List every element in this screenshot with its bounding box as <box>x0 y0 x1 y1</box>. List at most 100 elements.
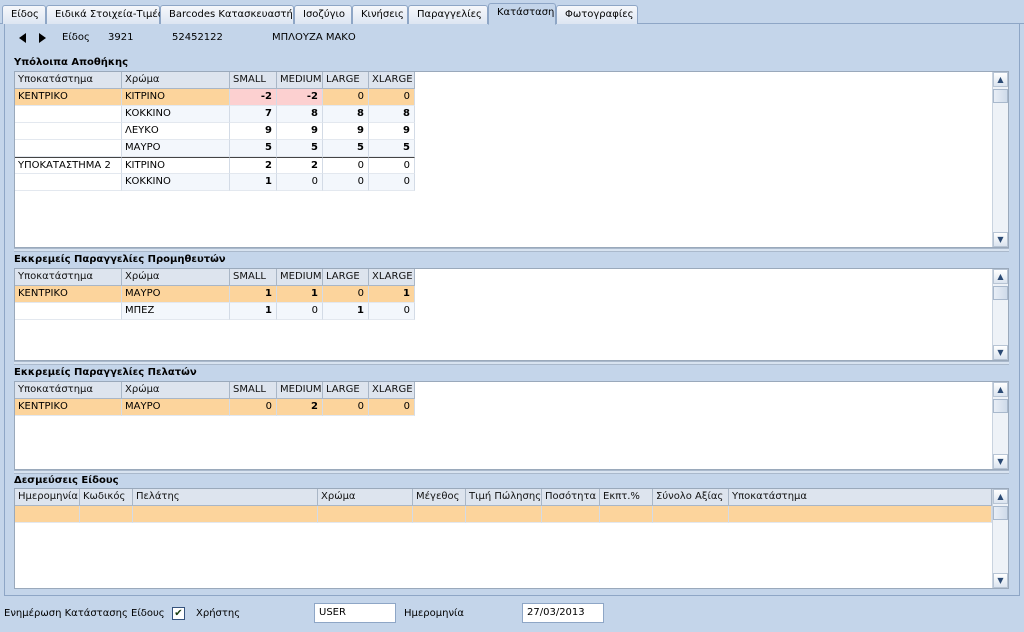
table-cell <box>15 174 122 191</box>
table-row[interactable]: ΚΟΚΚΙΝΟ 7 8 8 8 <box>15 106 415 123</box>
column-header[interactable]: Χρώμα <box>122 72 230 89</box>
column-header[interactable]: LARGE <box>323 72 369 89</box>
scroll-up-icon[interactable]: ▲ <box>993 382 1008 397</box>
splitter[interactable] <box>14 470 1009 474</box>
table-cell: ΜΑΥΡΟ <box>122 286 230 303</box>
column-header[interactable]: MEDIUM <box>277 382 323 399</box>
table-cell[interactable] <box>318 506 413 523</box>
column-header[interactable]: Σύνολο Αξίας <box>653 489 729 506</box>
table-row[interactable]: ΛΕΥΚΟ 9 9 9 9 <box>15 123 415 140</box>
tab-orders[interactable]: Παραγγελίες <box>408 5 488 24</box>
table-cell[interactable] <box>80 506 133 523</box>
column-header[interactable]: Ποσότητα <box>542 489 600 506</box>
column-header[interactable]: MEDIUM <box>277 72 323 89</box>
column-header[interactable]: MEDIUM <box>277 269 323 286</box>
table-cell <box>15 123 122 140</box>
date-field[interactable]: 27/03/2013 <box>522 603 604 623</box>
table-row[interactable]: ΚΕΝΤΡΙΚΟ ΜΑΥΡΟ 0 2 0 0 <box>15 399 415 416</box>
table-cell[interactable] <box>15 506 80 523</box>
stock-grid[interactable]: Υποκατάστημα Χρώμα SMALL MEDIUM LARGE XLARGE Κ… <box>14 71 1009 248</box>
table-cell[interactable] <box>542 506 600 523</box>
vertical-scrollbar[interactable]: ▲ ▼ <box>992 489 1008 588</box>
table-cell: 1 <box>230 303 277 320</box>
column-header[interactable]: Χρώμα <box>318 489 413 506</box>
column-header[interactable]: XLARGE <box>369 269 415 286</box>
table-cell: ΚΟΚΚΙΝΟ <box>122 106 230 123</box>
tab-status[interactable]: Κατάσταση <box>488 3 556 25</box>
scrollbar-thumb[interactable] <box>993 286 1008 300</box>
column-header[interactable]: XLARGE <box>369 72 415 89</box>
column-header[interactable]: Υποκατάστημα <box>729 489 992 506</box>
column-header[interactable]: Χρώμα <box>122 382 230 399</box>
column-header[interactable]: SMALL <box>230 382 277 399</box>
table-row[interactable]: ΚΕΝΤΡΙΚΟ ΜΑΥΡΟ 1 1 0 1 <box>15 286 415 303</box>
tab-balance[interactable]: Ισοζύγιο <box>294 5 352 24</box>
table-row[interactable]: ΚΕΝΤΡΙΚΟ ΚΙΤΡΙΝΟ -2 -2 0 0 <box>15 89 415 106</box>
customer-orders-grid[interactable]: Υποκατάστημα Χρώμα SMALL MEDIUM LARGE XLARGE Κ… <box>14 381 1009 470</box>
column-header[interactable]: SMALL <box>230 72 277 89</box>
tab-movements[interactable]: Κινήσεις <box>352 5 408 24</box>
column-header[interactable]: Κωδικός <box>80 489 133 506</box>
user-field[interactable]: USER <box>314 603 396 623</box>
splitter[interactable] <box>14 361 1009 365</box>
reservations-grid[interactable]: Ημερομηνία Κωδικός Πελάτης Χρώμα Μέγεθος Τιμή… <box>14 488 1009 589</box>
scroll-up-icon[interactable]: ▲ <box>993 269 1008 284</box>
scroll-up-icon[interactable]: ▲ <box>993 72 1008 87</box>
vertical-scrollbar[interactable]: ▲ ▼ <box>992 269 1008 360</box>
column-header[interactable]: Υποκατάστημα <box>15 382 122 399</box>
table-cell: ΚΕΝΤΡΙΚΟ <box>15 399 122 416</box>
next-item-icon[interactable] <box>39 33 46 43</box>
table-cell: ΜΠΕΖ <box>122 303 230 320</box>
column-header[interactable]: Μέγεθος <box>413 489 466 506</box>
user-checkbox[interactable]: ✔ <box>172 607 185 620</box>
vertical-scrollbar[interactable]: ▲ ▼ <box>992 382 1008 469</box>
table-cell[interactable] <box>729 506 992 523</box>
column-header[interactable]: SMALL <box>230 269 277 286</box>
table-cell[interactable] <box>413 506 466 523</box>
table-cell[interactable] <box>133 506 318 523</box>
column-header[interactable]: LARGE <box>323 382 369 399</box>
scroll-down-icon[interactable]: ▼ <box>993 345 1008 360</box>
column-header[interactable]: Τιμή Πώλησης <box>466 489 542 506</box>
table-row[interactable]: ΥΠΟΚΑΤΑΣΤΗΜΑ 2 ΚΙΤΡΙΝΟ 2 2 0 0 <box>15 157 415 174</box>
column-header[interactable]: Υποκατάστημα <box>15 72 122 89</box>
table-cell <box>15 106 122 123</box>
item-label: Είδος <box>62 32 90 43</box>
column-header[interactable]: XLARGE <box>369 382 415 399</box>
scrollbar-thumb[interactable] <box>993 89 1008 103</box>
column-header[interactable]: Πελάτης <box>133 489 318 506</box>
scrollbar-thumb[interactable] <box>993 399 1008 413</box>
new-row[interactable] <box>15 506 992 523</box>
scroll-down-icon[interactable]: ▼ <box>993 573 1008 588</box>
supplier-orders-grid[interactable]: Υποκατάστημα Χρώμα SMALL MEDIUM LARGE XLARGE Κ… <box>14 268 1009 361</box>
table-row[interactable]: ΜΠΕΖ 1 0 1 0 <box>15 303 415 320</box>
table-cell: 2 <box>277 157 323 174</box>
vertical-scrollbar[interactable]: ▲ ▼ <box>992 72 1008 247</box>
table-cell: 1 <box>277 286 323 303</box>
tab-special-prices[interactable]: Ειδικά Στοιχεία-Τιμές <box>46 5 164 24</box>
scroll-down-icon[interactable]: ▼ <box>993 454 1008 469</box>
table-cell[interactable] <box>600 506 653 523</box>
column-header[interactable]: Ημερομηνία <box>15 489 80 506</box>
update-status-label: Ενημέρωση Κατάστασης Είδους <box>4 608 165 619</box>
table-row[interactable]: ΚΟΚΚΙΝΟ 1 0 0 0 <box>15 174 415 191</box>
table-cell: ΜΑΥΡΟ <box>122 399 230 416</box>
column-header[interactable]: LARGE <box>323 269 369 286</box>
column-header[interactable]: Χρώμα <box>122 269 230 286</box>
scroll-down-icon[interactable]: ▼ <box>993 232 1008 247</box>
table-row[interactable]: ΜΑΥΡΟ 5 5 5 5 <box>15 140 415 157</box>
table-cell: 0 <box>369 174 415 191</box>
table-cell[interactable] <box>653 506 729 523</box>
scroll-up-icon[interactable]: ▲ <box>993 489 1008 504</box>
tab-photos[interactable]: Φωτογραφίες <box>556 5 638 24</box>
splitter[interactable] <box>14 248 1009 252</box>
column-header[interactable]: Εκπτ.% <box>600 489 653 506</box>
scrollbar-thumb[interactable] <box>993 506 1008 520</box>
tab-barcodes[interactable]: Barcodes Κατασκευαστή <box>160 5 294 24</box>
tab-item[interactable]: Είδος <box>2 5 46 24</box>
column-header[interactable]: Υποκατάστημα <box>15 269 122 286</box>
table-cell: 7 <box>230 106 277 123</box>
stock-section-title: Υπόλοιπα Αποθήκης <box>14 57 129 68</box>
previous-item-icon[interactable] <box>19 33 26 43</box>
table-cell[interactable] <box>466 506 542 523</box>
